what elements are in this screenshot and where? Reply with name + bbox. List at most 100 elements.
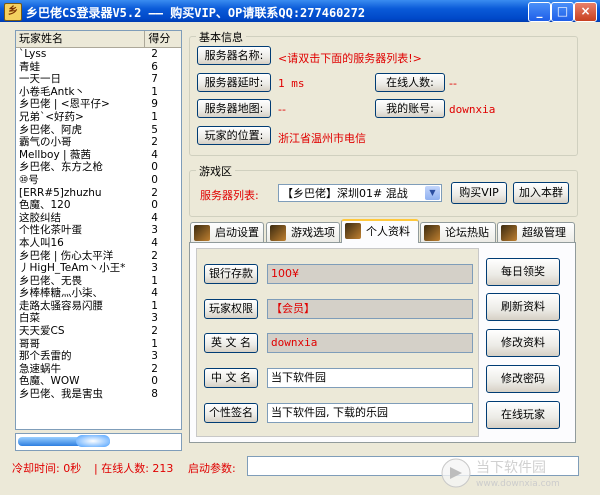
list-item[interactable]: 色魔、120 0 bbox=[16, 199, 181, 212]
rights-label: 玩家权限 bbox=[204, 299, 258, 319]
tab-label: 超级管理 bbox=[522, 226, 566, 239]
column-header-name[interactable]: 玩家姓名 bbox=[16, 31, 146, 47]
list-item[interactable]: 走路太骚容易闪腰 1 bbox=[16, 300, 181, 313]
column-header-score[interactable]: 得分 bbox=[145, 31, 181, 47]
list-item[interactable]: 丿HigH_TeAm丶小王* 3 bbox=[16, 262, 181, 275]
cn-name-field[interactable]: 当下软件园 bbox=[267, 368, 473, 388]
player-score: 0 bbox=[151, 375, 158, 388]
player-name: 天天爱CS bbox=[19, 325, 65, 338]
list-item[interactable]: 乡棒棒糖灬小柒、 4 bbox=[16, 287, 181, 300]
list-item[interactable]: 本人叫16 4 bbox=[16, 237, 181, 250]
edit-profile-button[interactable]: 修改资料 bbox=[486, 329, 560, 357]
tab-game-options[interactable]: 游戏选项 bbox=[266, 222, 340, 242]
online-count-label: 在线人数: bbox=[375, 73, 445, 92]
player-score: 9 bbox=[151, 98, 158, 111]
window-title: 乡巴佬CS登录器V5.2 —— 购买VIP、OP请联系QQ:277460272 bbox=[26, 6, 366, 20]
player-name: 这胶纠结 bbox=[19, 211, 61, 224]
player-name: 乡巴佬、阿虎 bbox=[19, 123, 82, 136]
player-name: `Lyss bbox=[19, 48, 47, 60]
player-name: ⑩号 bbox=[19, 173, 39, 186]
player-score: 2 bbox=[151, 362, 158, 375]
server-select[interactable]: 【乡巴佬】深圳01# 混战 ▼ bbox=[278, 184, 442, 202]
server-select-value: 【乡巴佬】深圳01# 混战 bbox=[282, 187, 408, 200]
list-item[interactable]: 乡巴佬、东方之枪 0 bbox=[16, 161, 181, 174]
player-score: 2 bbox=[151, 136, 158, 149]
list-item[interactable]: 急速蜗牛 2 bbox=[16, 363, 181, 376]
player-score: 0 bbox=[151, 173, 158, 186]
list-item[interactable]: 兄弟`<好药> 1 bbox=[16, 111, 181, 124]
list-item[interactable]: 天天爱CS 2 bbox=[16, 325, 181, 338]
list-item[interactable]: 乡巴佬、阿虎 5 bbox=[16, 124, 181, 137]
player-score: 4 bbox=[151, 236, 158, 249]
online-count-status: | 在线人数: 213 bbox=[94, 462, 174, 475]
list-item[interactable]: ⑩号 0 bbox=[16, 174, 181, 187]
player-score: 2 bbox=[151, 186, 158, 199]
character-icon bbox=[270, 225, 286, 241]
chevron-down-icon[interactable]: ▼ bbox=[425, 186, 440, 200]
list-item[interactable]: 乡巴佬 | <恩平仔> 9 bbox=[16, 98, 181, 111]
tab-forum-hot[interactable]: 论坛热贴 bbox=[420, 222, 496, 242]
daily-reward-button[interactable]: 每日领奖 bbox=[486, 258, 560, 286]
close-button[interactable]: × bbox=[574, 2, 597, 22]
list-item[interactable]: 这胶纠结 4 bbox=[16, 212, 181, 225]
list-item[interactable]: [ERR#5]zhuzhu 2 bbox=[16, 187, 181, 200]
list-item[interactable]: 乡巴佬、我是害虫 8 bbox=[16, 388, 181, 401]
list-item[interactable]: 哥哥 1 bbox=[16, 338, 181, 351]
list-item[interactable]: 一天一日 7 bbox=[16, 73, 181, 86]
list-item[interactable]: 小卷毛Antk丶 1 bbox=[16, 86, 181, 99]
account-value: downxia bbox=[449, 103, 496, 116]
buy-vip-button[interactable]: 购买VIP bbox=[451, 182, 507, 204]
maximize-button[interactable]: □ bbox=[551, 2, 574, 22]
player-name: 小卷毛Antk丶 bbox=[19, 85, 86, 98]
change-password-button[interactable]: 修改密码 bbox=[486, 365, 560, 393]
player-score: 1 bbox=[151, 85, 158, 98]
player-name: [ERR#5]zhuzhu bbox=[19, 186, 102, 199]
player-score: 5 bbox=[151, 123, 158, 136]
player-name: 霸气の小哥 bbox=[19, 136, 72, 149]
list-item[interactable]: 霸气の小哥 2 bbox=[16, 136, 181, 149]
player-list-header: 玩家姓名 得分 bbox=[16, 31, 181, 48]
bank-label: 银行存款 bbox=[204, 264, 258, 284]
player-name: Mellboy | 薇茜 bbox=[19, 148, 91, 161]
tab-profile[interactable]: 个人资料 bbox=[341, 219, 419, 243]
player-name: 兄弟`<好药> bbox=[19, 110, 84, 123]
player-name: 哥哥 bbox=[19, 337, 40, 350]
list-item[interactable]: 色魔、WOW 0 bbox=[16, 375, 181, 388]
list-item[interactable]: 个性化茶叶蛋 3 bbox=[16, 224, 181, 237]
player-score: 0 bbox=[151, 199, 158, 212]
tab-launch-settings[interactable]: 启动设置 bbox=[190, 222, 264, 242]
player-name: 走路太骚容易闪腰 bbox=[19, 299, 103, 312]
list-item[interactable]: `Lyss 2 bbox=[16, 48, 181, 61]
character-icon bbox=[345, 223, 361, 239]
player-score: 0 bbox=[151, 161, 158, 174]
list-item[interactable]: 青蛙 6 bbox=[16, 61, 181, 74]
character-icon bbox=[501, 225, 517, 241]
refresh-profile-button[interactable]: 刷新资料 bbox=[486, 293, 560, 321]
account-label: 我的账号: bbox=[375, 99, 445, 118]
cooldown-status: 冷却时间: 0秒 bbox=[12, 462, 82, 475]
online-players-button[interactable]: 在线玩家 bbox=[486, 401, 560, 429]
player-name: 丿HigH_TeAm丶小王* bbox=[19, 262, 126, 275]
list-item[interactable]: 那个丢雷的 3 bbox=[16, 350, 181, 363]
signature-field[interactable]: 当下软件园, 下载的乐园 bbox=[267, 403, 473, 423]
tab-label: 论坛热贴 bbox=[445, 226, 489, 239]
list-item[interactable]: 乡巴佬、无畏 1 bbox=[16, 275, 181, 288]
en-name-field[interactable]: downxia bbox=[267, 333, 473, 353]
tab-super-admin[interactable]: 超级管理 bbox=[497, 222, 575, 242]
minimize-button[interactable]: _ bbox=[528, 2, 551, 22]
game-zone-title: 游戏区 bbox=[196, 163, 235, 179]
player-rows: `Lyss 2 青蛙 6 一天一日 7 小卷毛Antk丶 1 乡巴佬 | <恩平仔> 9 兄弟`<好… bbox=[16, 48, 181, 401]
bank-field[interactable]: 100¥ bbox=[267, 264, 473, 284]
signature-label: 个性签名 bbox=[204, 403, 258, 423]
player-name: 那个丢雷的 bbox=[19, 350, 72, 363]
list-item[interactable]: 白菜 3 bbox=[16, 312, 181, 325]
join-group-button[interactable]: 加入本群 bbox=[513, 182, 569, 204]
player-list[interactable]: 玩家姓名 得分 `Lyss 2 青蛙 6 一天一日 7 小卷毛Antk丶 1 乡巴佬 | <恩平… bbox=[15, 30, 182, 430]
player-name: 一天一日 bbox=[19, 73, 61, 86]
list-item[interactable]: 乡巴佬 | 伤心太平洋 2 bbox=[16, 250, 181, 263]
basic-info-title: 基本信息 bbox=[196, 29, 246, 45]
player-score: 6 bbox=[151, 60, 158, 73]
rights-field[interactable]: 【会员】 bbox=[267, 299, 473, 319]
list-item[interactable]: Mellboy | 薇茜 4 bbox=[16, 149, 181, 162]
title-bar[interactable]: 乡 乡巴佬CS登录器V5.2 —— 购买VIP、OP请联系QQ:27746027… bbox=[0, 0, 600, 22]
